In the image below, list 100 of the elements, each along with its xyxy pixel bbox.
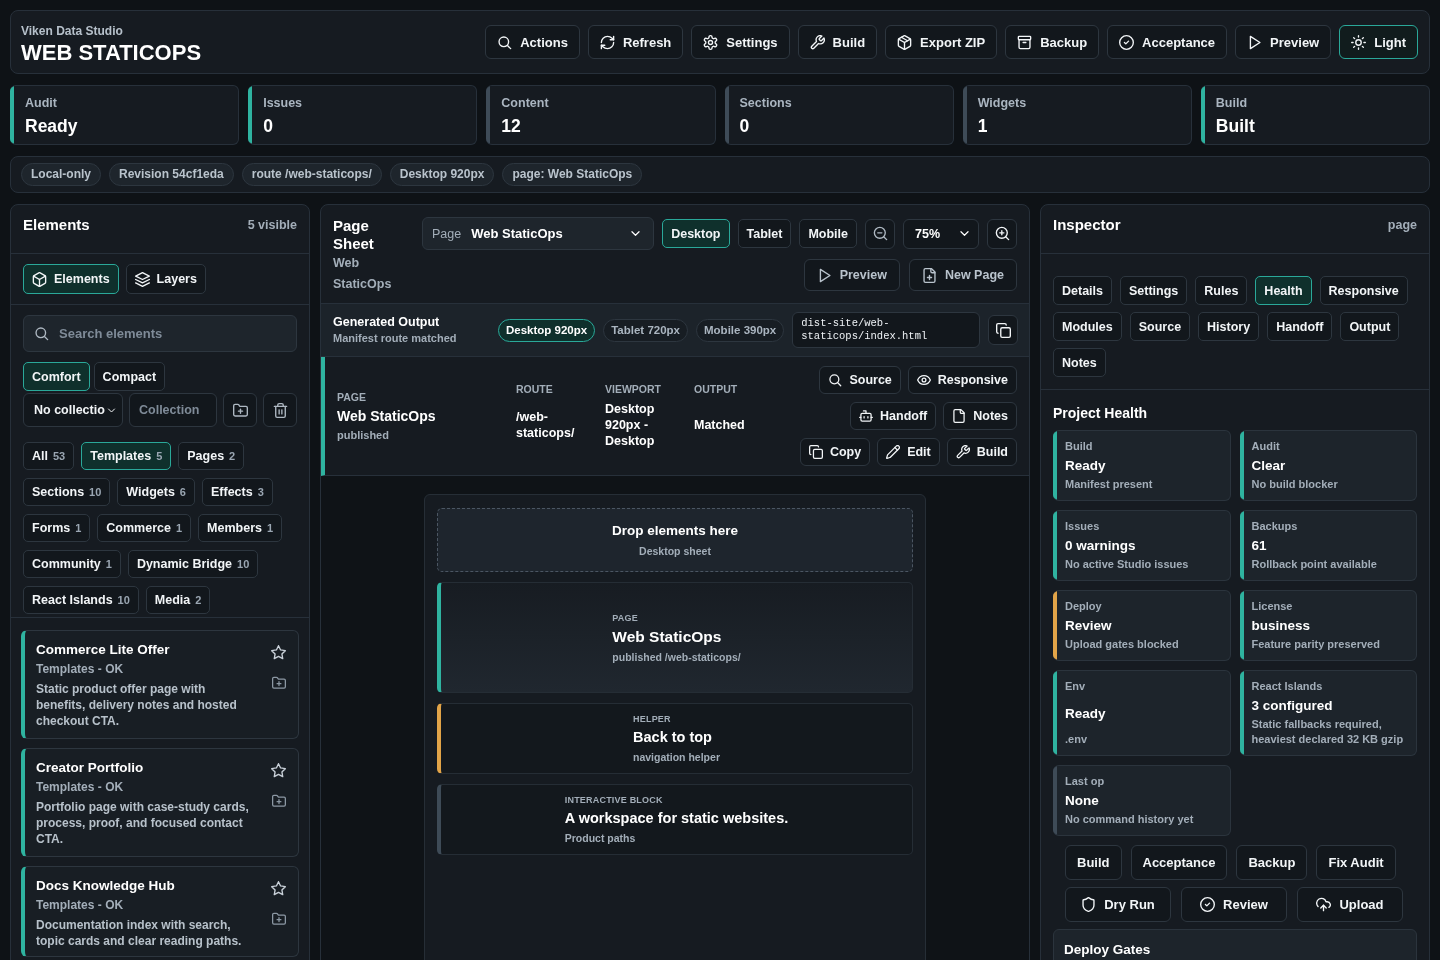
device-toggle[interactable]: Mobile	[799, 219, 857, 248]
filter-chip[interactable]: Media 2	[145, 586, 211, 614]
gear-icon	[703, 34, 719, 50]
inspector-tab[interactable]: Health	[1255, 276, 1312, 305]
notes-button[interactable]: Notes	[943, 402, 1017, 430]
export-zip-button[interactable]: Export ZIP	[885, 25, 998, 59]
archive-icon	[1017, 34, 1033, 50]
inspector-tab[interactable]: Responsive	[1319, 276, 1408, 305]
responsive-button[interactable]: Responsive	[907, 366, 1017, 394]
zoom-select[interactable]: 75%	[903, 218, 979, 249]
star-icon[interactable]	[271, 881, 286, 896]
viewport-pill[interactable]: Desktop 920px	[498, 318, 596, 342]
canvas-block[interactable]: PAGE Web StaticOps published /web-staticops/	[437, 582, 913, 693]
inspector-tab[interactable]: Handoff	[1267, 312, 1333, 341]
canvas-block[interactable]: INTERACTIVE BLOCK A workspace for static websites. Product paths	[437, 784, 913, 855]
health-value: 0 warnings	[1065, 537, 1137, 555]
template-card[interactable]: Commerce Lite Offer Templates - OK Static product offer page with benefits, delivery notes and hosted checkout CTA.	[21, 630, 299, 739]
inspector-tab[interactable]: Output	[1340, 312, 1400, 341]
source-button[interactable]: Source	[819, 366, 901, 394]
star-icon[interactable]	[271, 763, 286, 778]
inspector-tab[interactable]: Details	[1053, 276, 1112, 305]
panel-title: Page Sheet	[333, 217, 375, 253]
sun-icon	[1351, 34, 1367, 50]
preview-button[interactable]: Preview	[803, 259, 900, 291]
device-toggle[interactable]: Desktop	[662, 219, 730, 248]
canvas-block[interactable]: HELPER Back to top navigation helper	[437, 703, 913, 774]
filter-chip[interactable]: Dynamic Bridge 10	[127, 550, 259, 578]
context-chip: Revision 54cf1eda	[109, 163, 234, 186]
backup-button[interactable]: Backup	[1005, 25, 1100, 59]
viewport-pill[interactable]: Mobile 390px	[696, 318, 785, 342]
filter-chip[interactable]: Widgets 6	[117, 478, 195, 506]
theme-toggle-button[interactable]: Light	[1339, 25, 1418, 59]
filter-chip[interactable]: Community 1	[23, 550, 121, 578]
search-field[interactable]: Search elements	[23, 315, 297, 352]
density-toggle[interactable]: Comfort	[23, 362, 90, 391]
copy-path-button[interactable]	[988, 315, 1018, 345]
inspector-tab[interactable]: Source	[1129, 312, 1191, 341]
zoom-out-button[interactable]	[865, 218, 895, 249]
item-count: 5	[156, 450, 163, 462]
filter-chip[interactable]: Pages 2	[178, 442, 245, 470]
build-button[interactable]: Build	[797, 25, 878, 59]
health-label: React Islands	[1251, 679, 1324, 694]
filter-chip[interactable]: Commerce 1	[97, 514, 192, 542]
actions-button[interactable]: Actions	[485, 25, 580, 59]
acceptance-button[interactable]: Acceptance	[1130, 845, 1228, 880]
refresh-button[interactable]: Refresh	[587, 25, 684, 59]
filter-chip[interactable]: Members 1	[198, 514, 283, 542]
collection-select[interactable]: No collectio	[23, 393, 123, 427]
stat-label: Audit	[25, 95, 58, 111]
settings-button[interactable]: Settings	[691, 25, 790, 59]
density-toggle[interactable]: Compact	[93, 362, 166, 391]
health-label: License	[1251, 599, 1294, 614]
inspector-tab[interactable]: Modules	[1053, 312, 1122, 341]
preview-button[interactable]: Preview	[1235, 25, 1332, 59]
item-count: 2	[195, 594, 202, 606]
upload-button[interactable]: Upload	[1297, 887, 1403, 922]
inspector-tab[interactable]: Notes	[1053, 348, 1106, 377]
filter-chip[interactable]: Sections 10	[23, 478, 111, 506]
device-toggle[interactable]: Tablet	[737, 219, 792, 248]
collection-field[interactable]: Collection	[129, 393, 217, 427]
build-button[interactable]: Build	[1065, 845, 1122, 880]
panel-tab[interactable]: Elements	[23, 264, 119, 294]
template-card[interactable]: Docs Knowledge Hub Templates - OK Documentation index with search, topic cards and clear reading paths.	[21, 866, 299, 957]
filter-chip[interactable]: React Islands 10	[23, 586, 139, 614]
filter-chip[interactable]: Effects 3	[202, 478, 273, 506]
inspector-tab[interactable]: History	[1198, 312, 1260, 341]
folder-plus-icon[interactable]	[271, 794, 286, 808]
star-icon[interactable]	[271, 645, 286, 660]
delete-collection-button[interactable]	[263, 393, 297, 427]
add-to-collection-button[interactable]	[223, 393, 257, 427]
acceptance-button[interactable]: Acceptance	[1107, 25, 1228, 59]
wrench-icon	[955, 445, 970, 459]
filter-chip[interactable]: Forms 1	[23, 514, 91, 542]
copy-button[interactable]: Copy	[799, 438, 871, 466]
context-chip: Desktop 920px	[389, 163, 495, 186]
page-select[interactable]: Page Web StaticOps	[422, 217, 655, 250]
stat-value: Built	[1215, 115, 1256, 137]
new-page-button[interactable]: New Page	[908, 259, 1017, 291]
health-note: Rollback point available	[1251, 557, 1378, 572]
folder-plus-icon[interactable]	[271, 676, 286, 690]
inspector-tab[interactable]: Rules	[1195, 276, 1248, 305]
handoff-button[interactable]: Handoff	[850, 402, 937, 430]
inspector-tab[interactable]: Settings	[1120, 276, 1188, 305]
folder-plus-icon[interactable]	[271, 912, 286, 926]
field-value: Desktop 920px - Desktop	[605, 401, 656, 449]
filter-chip[interactable]: All 53	[23, 442, 75, 470]
review-button[interactable]: Review	[1181, 887, 1287, 922]
panel-tab[interactable]: Layers	[125, 264, 206, 294]
backup-button[interactable]: Backup	[1236, 845, 1308, 880]
page-status: published	[337, 428, 390, 442]
dry-run-button[interactable]: Dry Run	[1065, 887, 1171, 922]
viewport-pill[interactable]: Tablet 720px	[603, 318, 688, 342]
template-card[interactable]: Creator Portfolio Templates - OK Portfolio page with case-study cards, process, proof, and focused contact CTA.	[21, 748, 299, 857]
health-label: Backups	[1251, 519, 1299, 534]
zoom-in-button[interactable]	[987, 218, 1017, 249]
filter-chip[interactable]: Templates 5	[81, 442, 172, 470]
edit-button[interactable]: Edit	[877, 438, 940, 466]
build-button[interactable]: Build	[946, 438, 1017, 466]
fix-audit-button[interactable]: Fix Audit	[1316, 845, 1396, 880]
output-status: Manifest route matched	[333, 331, 458, 346]
